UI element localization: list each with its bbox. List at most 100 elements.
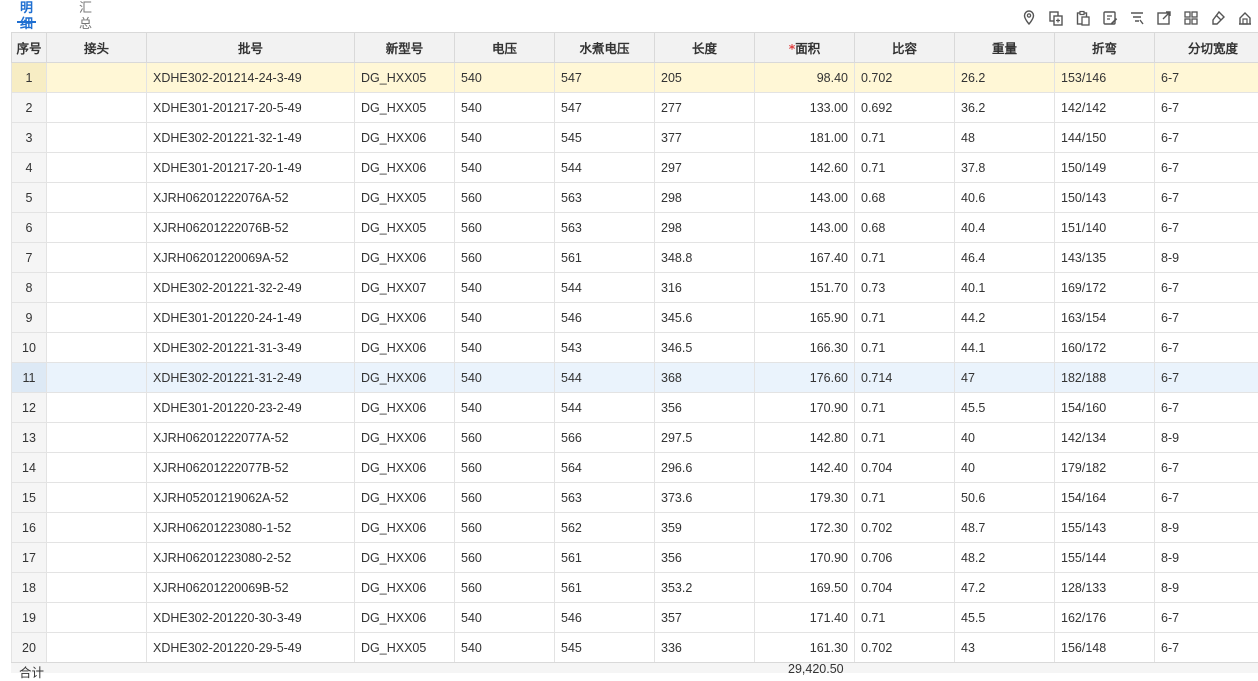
cell-model[interactable]: DG_HXX05 (355, 213, 455, 243)
cell-model[interactable]: DG_HXX06 (355, 453, 455, 483)
cell-batch[interactable]: XDHE302-201220-30-3-49 (147, 603, 355, 633)
cell-area[interactable]: 165.90 (755, 303, 855, 333)
cell-bend[interactable]: 169/172 (1055, 273, 1155, 303)
export-icon[interactable] (1156, 9, 1172, 27)
more-icon[interactable] (1237, 9, 1253, 27)
tab-detail[interactable]: 明细 (17, 1, 36, 23)
column-header-model[interactable]: 新型号 (355, 33, 455, 63)
cell-length[interactable]: 345.6 (655, 303, 755, 333)
table-row[interactable]: 9XDHE301-201220-24-1-49DG_HXX06540546345… (12, 303, 1258, 333)
cell-capacity[interactable]: 0.71 (855, 423, 955, 453)
cell-boil-voltage[interactable]: 543 (555, 333, 655, 363)
cell-weight[interactable]: 37.8 (955, 153, 1055, 183)
cell-voltage[interactable]: 540 (455, 393, 555, 423)
cell-boil-voltage[interactable]: 545 (555, 633, 655, 663)
cell-bend[interactable]: 154/160 (1055, 393, 1155, 423)
table-row[interactable]: 17XJRH06201223080-2-52DG_HXX065605613561… (12, 543, 1258, 573)
cell-width[interactable]: 6-7 (1155, 333, 1258, 363)
cell-width[interactable]: 6-7 (1155, 273, 1258, 303)
column-header-area[interactable]: *面积 (755, 33, 855, 63)
cell-model[interactable]: DG_HXX06 (355, 123, 455, 153)
cell-joint[interactable] (47, 123, 147, 153)
cell-width[interactable]: 6-7 (1155, 363, 1258, 393)
cell-batch[interactable]: XJRH05201219062A-52 (147, 483, 355, 513)
cell-bend[interactable]: 143/135 (1055, 243, 1155, 273)
cell-area[interactable]: 170.90 (755, 393, 855, 423)
cell-joint[interactable] (47, 573, 147, 603)
cell-weight[interactable]: 40 (955, 453, 1055, 483)
table-row[interactable]: 2XDHE301-201217-20-5-49DG_HXX05540547277… (12, 93, 1258, 123)
cell-length[interactable]: 377 (655, 123, 755, 153)
cell-area[interactable]: 133.00 (755, 93, 855, 123)
cell-bend[interactable]: 153/146 (1055, 63, 1155, 93)
cell-voltage[interactable]: 560 (455, 213, 555, 243)
eraser-icon[interactable] (1210, 9, 1226, 27)
cell-capacity[interactable]: 0.702 (855, 513, 955, 543)
cell-boil-voltage[interactable]: 561 (555, 573, 655, 603)
cell-capacity[interactable]: 0.714 (855, 363, 955, 393)
cell-weight[interactable]: 40 (955, 423, 1055, 453)
cell-voltage[interactable]: 540 (455, 123, 555, 153)
cell-weight[interactable]: 44.2 (955, 303, 1055, 333)
cell-length[interactable]: 346.5 (655, 333, 755, 363)
cell-length[interactable]: 296.6 (655, 453, 755, 483)
cell-weight[interactable]: 48 (955, 123, 1055, 153)
cell-capacity[interactable]: 0.704 (855, 453, 955, 483)
cell-batch[interactable]: XDHE301-201220-23-2-49 (147, 393, 355, 423)
cell-weight[interactable]: 40.6 (955, 183, 1055, 213)
table-row[interactable]: 7XJRH06201220069A-52DG_HXX06560561348.81… (12, 243, 1258, 273)
cell-joint[interactable] (47, 453, 147, 483)
cell-model[interactable]: DG_HXX05 (355, 63, 455, 93)
cell-capacity[interactable]: 0.71 (855, 483, 955, 513)
paste-icon[interactable] (1075, 9, 1091, 27)
cell-boil-voltage[interactable]: 566 (555, 423, 655, 453)
cell-boil-voltage[interactable]: 544 (555, 363, 655, 393)
cell-weight[interactable]: 36.2 (955, 93, 1055, 123)
cell-boil-voltage[interactable]: 546 (555, 303, 655, 333)
cell-boil-voltage[interactable]: 546 (555, 603, 655, 633)
cell-batch[interactable]: XJRH06201223080-1-52 (147, 513, 355, 543)
cell-weight[interactable]: 46.4 (955, 243, 1055, 273)
cell-joint[interactable] (47, 363, 147, 393)
cell-joint[interactable] (47, 483, 147, 513)
cell-voltage[interactable]: 560 (455, 483, 555, 513)
cell-bend[interactable]: 142/142 (1055, 93, 1155, 123)
column-header-bend[interactable]: 折弯 (1055, 33, 1155, 63)
cell-batch[interactable]: XDHE301-201217-20-1-49 (147, 153, 355, 183)
cell-weight[interactable]: 44.1 (955, 333, 1055, 363)
cell-model[interactable]: DG_HXX07 (355, 273, 455, 303)
cell-boil-voltage[interactable]: 562 (555, 513, 655, 543)
cell-boil-voltage[interactable]: 561 (555, 543, 655, 573)
cell-weight[interactable]: 43 (955, 633, 1055, 663)
cell-capacity[interactable]: 0.702 (855, 633, 955, 663)
cell-joint[interactable] (47, 303, 147, 333)
cell-weight[interactable]: 40.1 (955, 273, 1055, 303)
cell-model[interactable]: DG_HXX06 (355, 423, 455, 453)
cell-width[interactable]: 8-9 (1155, 543, 1258, 573)
column-header-length[interactable]: 长度 (655, 33, 755, 63)
cell-weight[interactable]: 45.5 (955, 603, 1055, 633)
cell-area[interactable]: 167.40 (755, 243, 855, 273)
cell-area[interactable]: 142.40 (755, 453, 855, 483)
cell-batch[interactable]: XJRH06201222077B-52 (147, 453, 355, 483)
table-row[interactable]: 15XJRH05201219062A-52DG_HXX06560563373.6… (12, 483, 1258, 513)
table-row[interactable]: 11XDHE302-201221-31-2-49DG_HXX0654054436… (12, 363, 1258, 393)
cell-width[interactable]: 8-9 (1155, 573, 1258, 603)
cell-voltage[interactable]: 560 (455, 543, 555, 573)
cell-boil-voltage[interactable]: 563 (555, 213, 655, 243)
cell-voltage[interactable]: 560 (455, 453, 555, 483)
cell-batch[interactable]: XJRH06201220069A-52 (147, 243, 355, 273)
cell-boil-voltage[interactable]: 564 (555, 453, 655, 483)
cell-bend[interactable]: 155/143 (1055, 513, 1155, 543)
cell-width[interactable]: 6-7 (1155, 93, 1258, 123)
cell-batch[interactable]: XDHE302-201220-29-5-49 (147, 633, 355, 663)
cell-capacity[interactable]: 0.71 (855, 603, 955, 633)
cell-width[interactable]: 6-7 (1155, 633, 1258, 663)
cell-model[interactable]: DG_HXX06 (355, 153, 455, 183)
cell-batch[interactable]: XJRH06201223080-2-52 (147, 543, 355, 573)
table-row[interactable]: 20XDHE302-201220-29-5-49DG_HXX0554054533… (12, 633, 1258, 663)
cell-area[interactable]: 166.30 (755, 333, 855, 363)
cell-length[interactable]: 298 (655, 213, 755, 243)
cell-weight[interactable]: 47.2 (955, 573, 1055, 603)
cell-weight[interactable]: 45.5 (955, 393, 1055, 423)
